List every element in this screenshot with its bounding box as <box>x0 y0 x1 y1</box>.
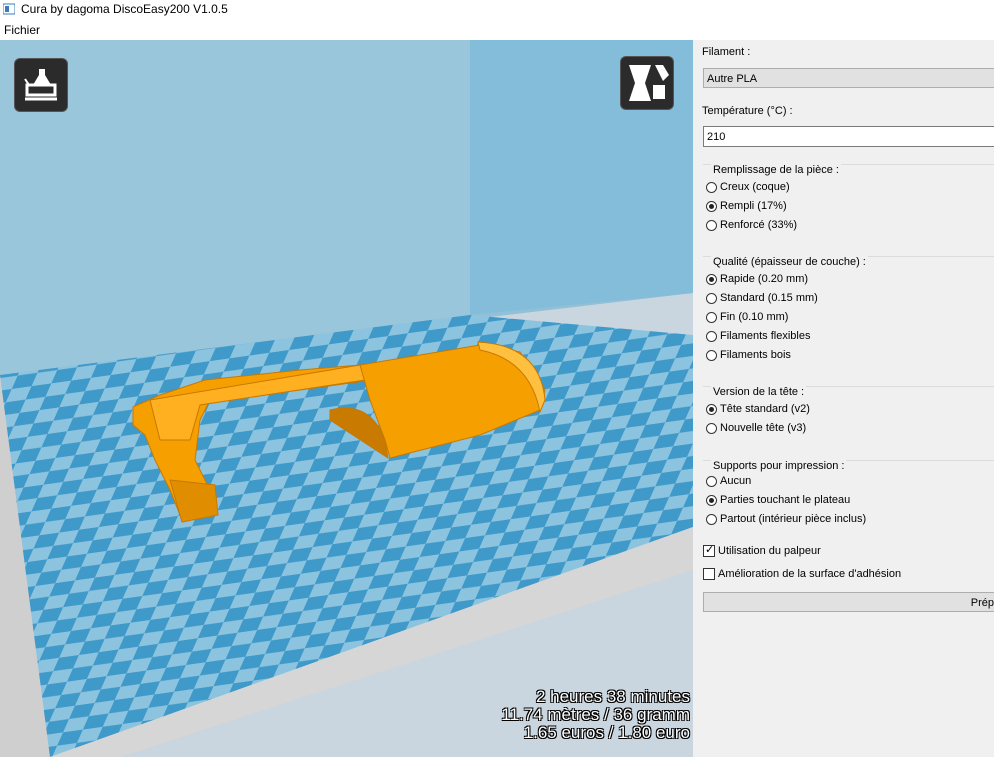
load-model-button[interactable] <box>15 59 67 111</box>
title-bar: Cura by dagoma DiscoEasy200 V1.0.5 <box>0 0 994 20</box>
adhesion-checkbox[interactable] <box>703 568 715 580</box>
head-version-group: Version de la tête : Tête standard (v2) … <box>703 386 994 441</box>
scene <box>0 40 693 757</box>
radio-button[interactable] <box>706 331 717 342</box>
adhesion-label: Amélioration de la surface d'adhésion <box>718 568 902 580</box>
radio-button[interactable] <box>706 476 717 487</box>
supports-title: Supports pour impression : <box>711 460 847 472</box>
radio-button[interactable] <box>706 350 717 361</box>
settings-panel: Filament : Autre PLA Température (°C) : … <box>693 40 994 757</box>
filament-select[interactable]: Autre PLA <box>703 68 994 88</box>
print-cost: 1.65 euros / 1.80 euro <box>523 723 690 742</box>
view-mode-icon <box>629 65 669 101</box>
radio-label: Filaments flexibles <box>720 330 811 342</box>
probe-label: Utilisation du palpeur <box>718 545 821 557</box>
radio-label: Renforcé (33%) <box>720 219 798 231</box>
menu-file[interactable]: Fichier <box>4 23 40 37</box>
menu-bar: Fichier <box>0 20 994 40</box>
window-title: Cura by dagoma DiscoEasy200 V1.0.5 <box>21 2 228 16</box>
infill-group: Remplissage de la pièce : Creux (coque) … <box>703 164 994 235</box>
radio-label: Partout (intérieur pièce inclus) <box>720 513 867 525</box>
quality-title: Qualité (épaisseur de couche) : <box>711 256 868 268</box>
3d-viewport[interactable]: 2 heures 38 minutes 11.74 mètres / 36 gr… <box>0 40 693 757</box>
radio-button[interactable] <box>706 312 717 323</box>
print-time: 2 heures 38 minutes <box>535 687 690 706</box>
radio-button-selected[interactable] <box>706 274 717 285</box>
prepare-button[interactable]: Prép <box>703 592 994 612</box>
radio-label: Nouvelle tête (v3) <box>720 422 807 434</box>
radio-label: Filaments bois <box>720 349 791 361</box>
radio-button[interactable] <box>706 182 717 193</box>
radio-label: Creux (coque) <box>720 181 790 193</box>
radio-button[interactable] <box>706 514 717 525</box>
radio-label: Rempli (17%) <box>720 200 787 212</box>
radio-label: Standard (0.15 mm) <box>720 292 818 304</box>
view-mode-button[interactable] <box>621 57 673 109</box>
radio-button[interactable] <box>706 423 717 434</box>
radio-button-selected[interactable] <box>706 404 717 415</box>
radio-button[interactable] <box>706 220 717 231</box>
radio-label: Rapide (0.20 mm) <box>720 273 809 285</box>
temperature-label: Température (°C) : <box>702 105 793 117</box>
supports-group: Supports pour impression : Aucun Parties… <box>703 460 994 533</box>
radio-button[interactable] <box>706 293 717 304</box>
radio-button-selected[interactable] <box>706 201 717 212</box>
print-stats: 2 heures 38 minutes 11.74 mètres / 36 gr… <box>501 688 690 742</box>
head-version-title: Version de la tête : <box>711 386 807 398</box>
quality-group: Qualité (épaisseur de couche) : Rapide (… <box>703 256 994 369</box>
temperature-input[interactable]: 210 <box>703 126 994 147</box>
radio-label: Fin (0.10 mm) <box>720 311 789 323</box>
print-material: 11.74 mètres / 36 gramm <box>501 705 690 724</box>
infill-title: Remplissage de la pièce : <box>711 164 841 176</box>
app-icon <box>3 3 15 15</box>
probe-checkbox[interactable] <box>703 543 715 557</box>
radio-label: Tête standard (v2) <box>720 403 810 415</box>
radio-label: Parties touchant le plateau <box>720 494 851 506</box>
radio-button-selected[interactable] <box>706 495 717 506</box>
load-icon <box>24 69 57 101</box>
radio-label: Aucun <box>720 475 752 487</box>
filament-label: Filament : <box>702 46 751 58</box>
